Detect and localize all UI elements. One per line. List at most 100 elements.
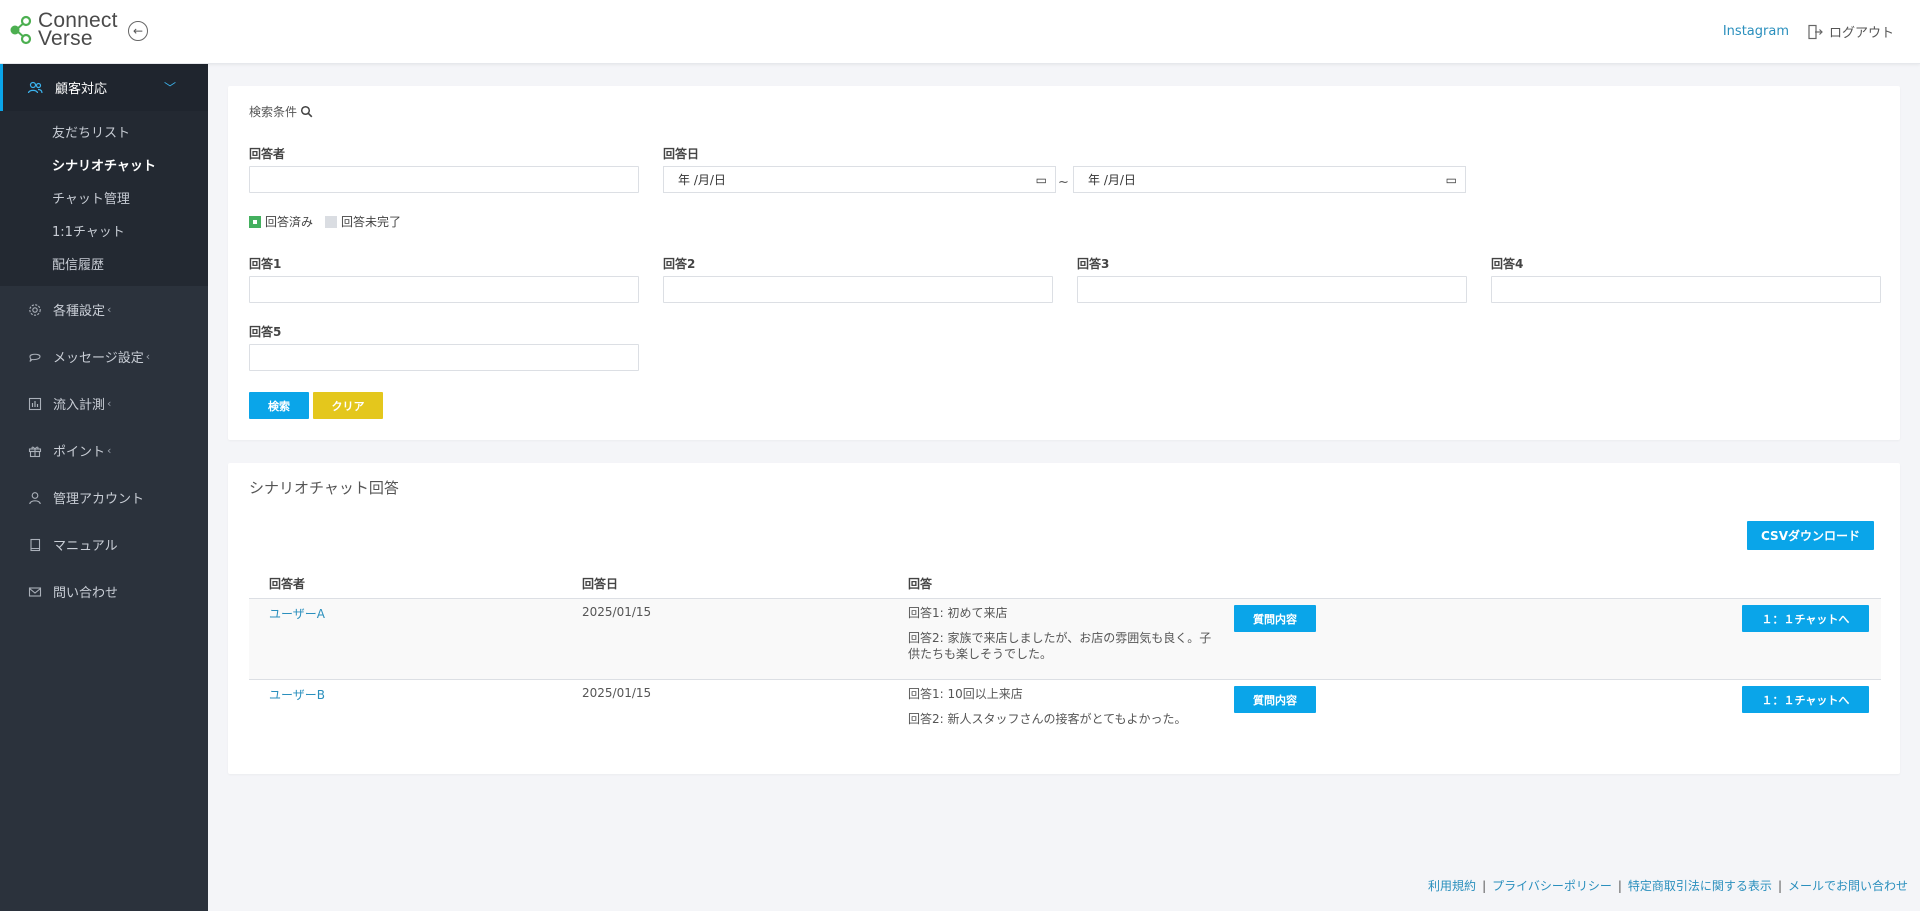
respondent-label: 回答者 [249,147,286,161]
sidebar-item-label: ポイント [53,445,106,460]
sidebar: 顧客対応 ﹀ 友だちリスト シナリオチャット チャット管理 1:1チャット 配信… [0,64,208,911]
chat-bubble-icon [27,349,43,365]
book-icon [27,537,43,553]
arrow-left-icon: ← [132,24,144,38]
instagram-link[interactable]: Instagram [1723,24,1789,39]
sidebar-subitem-chat-management[interactable]: チャット管理 [0,183,208,216]
answer2-label: 回答2 [663,257,696,271]
footer-links: 利用規約 | プライバシーポリシー | 特定商取引法に関する表示 | メールでお… [1428,877,1908,894]
question-content-button[interactable]: 質問内容 [1234,605,1316,632]
answer1-label: 回答1 [249,257,282,271]
chevron-left-icon: ‹ [145,350,151,363]
table-row: ユーザーA 2025/01/15 回答1: 初めて来店 回答2: 家族で来店しま… [249,599,1881,680]
privacy-policy-link[interactable]: プライバシーポリシー [1492,877,1612,894]
user-icon [27,490,43,506]
sidebar-item-label: 管理アカウント [53,492,145,507]
sidebar-subitem-one-on-one-chat[interactable]: 1:1チャット [0,216,208,249]
calendar-icon[interactable]: ▭ [1446,173,1457,187]
results-panel: シナリオチャット回答 CSVダウンロード 回答者 回答日 回答 ユーザーA 20… [228,463,1900,774]
answer-item: 回答1: 10回以上来店 [908,687,1023,701]
sidebar-item-manual[interactable]: マニュアル [0,521,208,568]
answer-list: 回答1: 10回以上来店 回答2: 新人スタッフさんの接客がとてもよかった。 [908,686,1218,736]
logout-icon [1808,24,1823,39]
mail-icon [27,584,43,600]
search-button[interactable]: 検索 [249,392,309,419]
commercial-transactions-link[interactable]: 特定商取引法に関する表示 [1628,877,1772,894]
answer5-input[interactable] [249,344,639,371]
answered-checkbox[interactable] [249,215,261,228]
respondent-link[interactable]: ユーザーB [269,688,325,702]
column-header-respondent: 回答者 [269,577,306,591]
terms-link[interactable]: 利用規約 [1428,877,1476,894]
answered-label[interactable]: 回答済み [265,213,313,230]
users-icon [27,81,43,93]
table-row: ユーザーB 2025/01/15 回答1: 10回以上来店 回答2: 新人スタッ… [249,680,1881,750]
clear-button[interactable]: クリア [313,392,383,419]
email-contact-link[interactable]: メールでお問い合わせ [1788,877,1908,894]
search-title-text: 検索条件 [249,105,298,119]
date-to-placeholder: 年 /月/日 [1088,173,1136,187]
sidebar-subitem-friends[interactable]: 友だちリスト [0,117,208,150]
date-to-input[interactable]: 年 /月/日 ▭ [1073,166,1466,193]
answer4-input[interactable] [1491,276,1881,303]
answer-item: 回答2: 新人スタッフさんの接客がとてもよかった。 [908,712,1187,726]
footer-separator: | [1482,878,1487,893]
gift-icon [27,443,43,459]
one-on-one-chat-button[interactable]: １：１チャットへ [1742,686,1869,713]
sidebar-item-points[interactable]: ポイント ‹ [0,427,208,474]
date-from-input[interactable]: 年 /月/日 ▭ [663,166,1056,193]
gear-icon [27,302,43,318]
sidebar-item-label: 問い合わせ [53,586,119,601]
results-table: 回答者 回答日 回答 ユーザーA 2025/01/15 回答1: 初めて来店 回… [249,569,1881,750]
logo[interactable]: Connect Verse [10,10,118,49]
logout-button[interactable]: ログアウト [1807,22,1894,41]
results-title: シナリオチャット回答 [249,479,399,497]
sidebar-subitem-scenario-chat[interactable]: シナリオチャット [0,150,208,183]
sidebar-item-inflow-measurement[interactable]: 流入計測 ‹ [0,380,208,427]
status-filter: 回答済み 回答未完了 [249,213,413,230]
column-header-answers: 回答 [908,577,933,591]
header-actions: Instagram ログアウト [1723,22,1894,41]
sidebar-toggle-button[interactable]: ← [128,21,148,41]
sidebar-item-label: 各種設定 [53,304,106,319]
one-on-one-chat-button[interactable]: １：１チャットへ [1742,605,1869,632]
respondent-link[interactable]: ユーザーA [269,607,325,621]
respondent-input[interactable] [249,166,639,193]
unanswered-label[interactable]: 回答未完了 [341,213,401,230]
sidebar-item-settings[interactable]: 各種設定 ‹ [0,286,208,333]
sidebar-submenu: 友だちリスト シナリオチャット チャット管理 1:1チャット 配信履歴 [0,111,208,286]
csv-download-button[interactable]: CSVダウンロード [1747,521,1874,550]
footer-separator: | [1617,878,1622,893]
chevron-left-icon: ‹ [107,303,112,316]
answer5-label: 回答5 [249,325,282,339]
chevron-left-icon: ‹ [107,397,112,410]
sidebar-item-label: マニュアル [53,539,118,554]
answer2-input[interactable] [663,276,1053,303]
sidebar-item-message-settings[interactable]: メッセージ設定 ‹ [0,333,208,380]
logo-text: Connect Verse [38,10,118,49]
date-from-placeholder: 年 /月/日 [678,173,726,187]
logout-label: ログアウト [1828,26,1894,41]
chevron-down-icon: ﹀ [164,81,177,95]
answer-item: 回答2: 家族で来店しましたが、お店の雰囲気も良く。子供たちも楽しそうでした。 [908,631,1212,661]
question-content-button[interactable]: 質問内容 [1234,686,1316,713]
search-panel: 検索条件 回答者 回答日 年 /月/日 ▭ ~ 年 /月/日 ▭ 回答済み 回答… [228,86,1900,440]
sidebar-item-label: メッセージ設定 [53,351,144,366]
calendar-icon[interactable]: ▭ [1036,173,1047,187]
answer-date: 2025/01/15 [582,605,652,619]
answer1-input[interactable] [249,276,639,303]
answer-item: 回答1: 初めて来店 [908,606,1008,620]
answer-list: 回答1: 初めて来店 回答2: 家族で来店しましたが、お店の雰囲気も良く。子供た… [908,605,1218,671]
answer3-input[interactable] [1077,276,1467,303]
answer-date-label: 回答日 [663,147,700,161]
answer-date: 2025/01/15 [582,686,652,700]
date-range-separator: ~ [1058,175,1069,190]
sidebar-item-contact[interactable]: 問い合わせ [0,568,208,615]
sidebar-item-customer-support[interactable]: 顧客対応 ﹀ [0,64,208,111]
sidebar-item-admin-account[interactable]: 管理アカウント [0,474,208,521]
sidebar-subitem-delivery-history[interactable]: 配信履歴 [0,249,208,282]
answer3-label: 回答3 [1077,257,1110,271]
top-header: Connect Verse ← Instagram ログアウト [0,0,1920,64]
table-header: 回答者 回答日 回答 [249,569,1881,599]
unanswered-checkbox[interactable] [325,215,338,228]
